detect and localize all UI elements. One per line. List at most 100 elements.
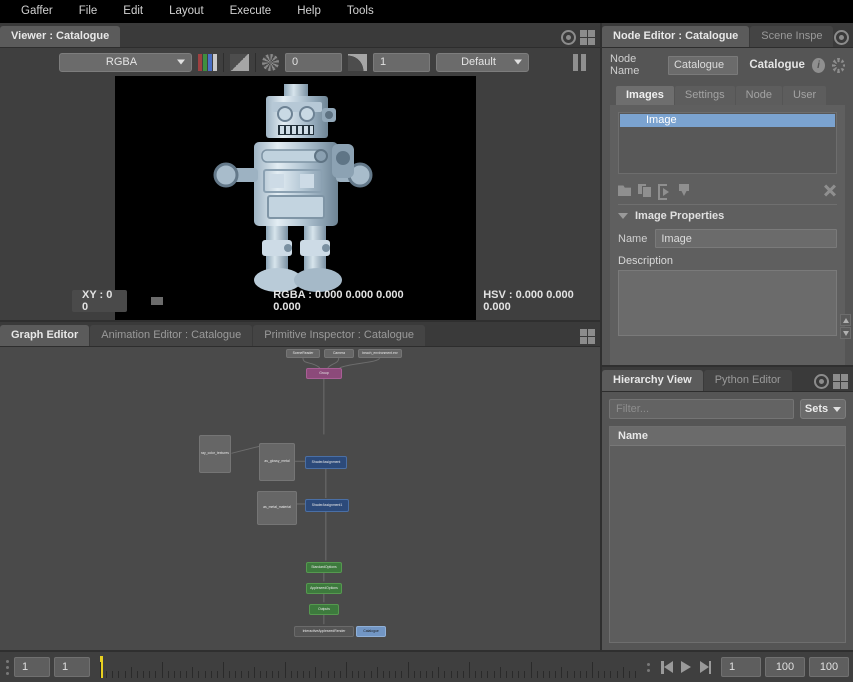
exposure-ramp-icon[interactable]	[230, 54, 249, 71]
tab-python-editor[interactable]: Python Editor	[704, 370, 792, 391]
subtab-node[interactable]: Node	[736, 86, 782, 105]
ruler-tick	[254, 667, 255, 678]
image-properties-header[interactable]: Image Properties	[618, 210, 837, 222]
tab-hierarchy-view[interactable]: Hierarchy View	[602, 370, 703, 391]
graph-node[interactable]: Catalogue	[356, 626, 386, 637]
channel-swatches-icon[interactable]	[198, 54, 217, 71]
aperture-icon[interactable]	[262, 54, 279, 71]
go-to-end-icon[interactable]	[699, 661, 711, 674]
graph-node[interactable]: Group	[306, 368, 342, 379]
menu-item-tools[interactable]: Tools	[334, 0, 387, 23]
ruler-tick	[168, 671, 169, 678]
graph-node[interactable]: as_metal_material	[257, 491, 297, 525]
graph-node[interactable]: beach_environment.exr	[358, 349, 402, 358]
export-icon[interactable]	[658, 184, 671, 196]
scroll-down-icon[interactable]	[840, 327, 851, 339]
image-list[interactable]: Image	[618, 112, 837, 174]
viewer-viewport[interactable]: XY : 0 0 RGBA : 0.000 0.000 0.000 0.000 …	[0, 76, 600, 320]
channel-select-dropdown[interactable]: RGBA	[59, 53, 192, 72]
ruler-tick	[334, 671, 335, 678]
duplicate-icon[interactable]	[638, 184, 651, 196]
gamma-field[interactable]: 1	[373, 53, 430, 72]
ruler-tick	[408, 662, 409, 678]
graph-node[interactable]: Camera	[324, 349, 354, 358]
graph-tab-icons	[580, 329, 600, 346]
open-folder-icon[interactable]	[618, 184, 631, 196]
graph-node[interactable]: InteractiveAppleseedRender	[294, 626, 354, 637]
sets-dropdown[interactable]: Sets	[800, 399, 846, 419]
pin-target-icon[interactable]	[561, 30, 576, 45]
pin-target-icon[interactable]	[814, 374, 829, 389]
menu-item-help[interactable]: Help	[284, 0, 334, 23]
tab-node-editor[interactable]: Node Editor : Catalogue	[602, 26, 749, 47]
layout-grid-icon[interactable]	[580, 30, 595, 45]
description-textarea[interactable]	[618, 270, 837, 336]
info-icon[interactable]: i	[812, 58, 825, 73]
menu-item-execute[interactable]: Execute	[217, 0, 285, 23]
subtab-settings[interactable]: Settings	[675, 86, 735, 105]
pin-target-icon[interactable]	[834, 30, 849, 45]
play-icon[interactable]	[680, 661, 692, 674]
gamma-curve-icon[interactable]	[348, 54, 367, 71]
ruler-tick	[592, 662, 593, 678]
menu-item-edit[interactable]: Edit	[110, 0, 156, 23]
tab-animation-editor[interactable]: Animation Editor : Catalogue	[90, 325, 252, 346]
image-canvas[interactable]	[115, 76, 476, 320]
menu-item-layout[interactable]: Layout	[156, 0, 217, 23]
graph-node[interactable]: ray_color_textures	[199, 435, 231, 473]
node-name-input[interactable]: Catalogue	[668, 56, 738, 75]
tab-scene-inspector[interactable]: Scene Inspe	[750, 26, 833, 47]
graph-node[interactable]: Outputs	[309, 604, 339, 615]
ruler-tick	[309, 671, 310, 678]
main-body: Viewer : Catalogue RGBA	[0, 23, 853, 650]
current-frame-field-left[interactable]: 1	[54, 657, 90, 677]
image-name-input[interactable]: Image	[655, 229, 837, 248]
ruler-tick	[205, 671, 206, 678]
graph-node[interactable]: SceneReader	[286, 349, 320, 358]
ruler-tick	[143, 671, 144, 678]
drag-handle-right[interactable]	[645, 658, 651, 676]
range-end-field[interactable]: 100	[809, 657, 849, 677]
graph-node[interactable]: as_glossy_metal	[259, 443, 295, 481]
gear-icon[interactable]	[832, 58, 845, 73]
graph-node[interactable]: ShaderAssignment1	[305, 499, 349, 512]
graph-node[interactable]: AppleseedOptions	[306, 583, 342, 594]
display-transform-value: Default	[461, 56, 496, 68]
end-frame-field[interactable]: 100	[765, 657, 805, 677]
tab-graph-editor[interactable]: Graph Editor	[0, 325, 89, 346]
ruler-tick	[524, 671, 525, 678]
subtab-user[interactable]: User	[783, 86, 826, 105]
layout-grid-icon[interactable]	[580, 329, 595, 344]
menu-item-file[interactable]: File	[66, 0, 111, 23]
frame-ruler[interactable]	[94, 654, 641, 680]
menu-item-gaffer[interactable]: Gaffer	[8, 0, 66, 23]
node-connections	[0, 347, 600, 650]
column-header-name[interactable]: Name	[610, 427, 845, 446]
ruler-tick	[487, 671, 488, 678]
playback-frame-field[interactable]: 1	[721, 657, 761, 677]
hierarchy-table[interactable]: Name	[609, 426, 846, 643]
ruler-tick	[241, 671, 242, 678]
extract-icon[interactable]	[678, 184, 691, 196]
playback-controls	[655, 661, 717, 674]
tab-viewer-catalogue[interactable]: Viewer : Catalogue	[0, 26, 120, 47]
exposure-field[interactable]: 0	[285, 53, 342, 72]
graph-node[interactable]: ShaderAssignment	[305, 456, 347, 469]
subtab-images[interactable]: Images	[616, 86, 674, 105]
drag-handle[interactable]	[4, 658, 10, 676]
scroll-up-icon[interactable]	[840, 314, 851, 326]
list-item[interactable]: Image	[620, 114, 835, 127]
remove-image-icon[interactable]	[823, 183, 837, 197]
pause-render-button[interactable]	[573, 54, 592, 71]
tab-primitive-inspector[interactable]: Primitive Inspector : Catalogue	[253, 325, 425, 346]
sets-label: Sets	[805, 403, 828, 415]
display-transform-dropdown[interactable]: Default	[436, 53, 529, 72]
go-to-start-icon[interactable]	[661, 661, 673, 674]
ruler-tick	[395, 671, 396, 678]
node-graph-canvas[interactable]: SceneReader Camera beach_environment.exr Gr…	[0, 347, 600, 650]
filter-input[interactable]: Filter...	[609, 399, 794, 419]
graph-node[interactable]: StandardOptions	[306, 562, 342, 573]
start-frame-field[interactable]: 1	[14, 657, 50, 677]
layout-grid-icon[interactable]	[833, 374, 848, 389]
ruler-tick	[211, 671, 212, 678]
